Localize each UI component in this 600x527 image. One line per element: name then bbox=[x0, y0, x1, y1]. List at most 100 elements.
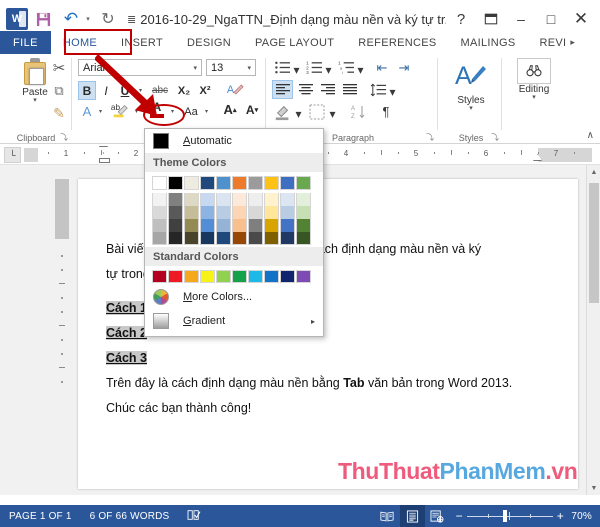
zoom-in-button[interactable]: + bbox=[557, 509, 564, 523]
more-colors-item[interactable]: More Colors... bbox=[145, 285, 323, 309]
cut-icon[interactable]: ✂ bbox=[48, 56, 70, 79]
vertical-scrollbar[interactable]: ▲ ▼ bbox=[586, 165, 600, 495]
help-button[interactable]: ? bbox=[446, 5, 476, 33]
automatic-color-item[interactable]: Automatic bbox=[145, 129, 323, 153]
standard-colors-grid[interactable] bbox=[145, 266, 323, 285]
view-web-layout-icon[interactable] bbox=[425, 505, 450, 527]
sort-icon[interactable]: A Z bbox=[348, 102, 370, 121]
zoom-percentage[interactable]: 70% bbox=[570, 511, 600, 522]
font-name-dropdown-icon[interactable]: ▾ bbox=[193, 64, 197, 72]
maximize-button[interactable]: □ bbox=[536, 5, 566, 33]
theme-shade[interactable] bbox=[168, 206, 183, 219]
standard-swatch-yellow[interactable] bbox=[200, 270, 215, 283]
styles-dropdown-icon[interactable]: ▾ bbox=[469, 105, 473, 112]
tab-scroll-right-icon[interactable]: ▸ bbox=[568, 31, 575, 54]
bold-button[interactable]: B bbox=[78, 81, 96, 100]
copy-icon[interactable]: ⧉ bbox=[48, 79, 70, 102]
theme-shade[interactable] bbox=[168, 232, 183, 245]
theme-swatch-blue[interactable] bbox=[216, 176, 231, 190]
left-indent-marker[interactable] bbox=[99, 158, 110, 163]
theme-shade[interactable] bbox=[264, 193, 279, 206]
scroll-down-icon[interactable]: ▼ bbox=[587, 481, 600, 495]
shading-dropdown-icon[interactable]: ▾ bbox=[294, 104, 303, 123]
theme-shade[interactable] bbox=[264, 219, 279, 232]
theme-shade[interactable] bbox=[184, 206, 199, 219]
theme-shade[interactable] bbox=[232, 219, 247, 232]
minimize-button[interactable]: – bbox=[506, 5, 536, 33]
change-case-dropdown-icon[interactable]: ▾ bbox=[202, 102, 211, 121]
align-left-icon[interactable] bbox=[272, 80, 293, 99]
theme-shade[interactable] bbox=[168, 219, 183, 232]
font-size-input[interactable]: 13 ▾ bbox=[206, 59, 256, 76]
text-effects-icon[interactable]: A bbox=[78, 102, 96, 121]
undo-icon[interactable]: ↶ bbox=[58, 6, 84, 32]
borders-dropdown-icon[interactable]: ▾ bbox=[328, 104, 337, 123]
standard-swatch-lightblue[interactable] bbox=[248, 270, 263, 283]
standard-swatch-darkblue[interactable] bbox=[280, 270, 295, 283]
editing-button[interactable]: Editing ▾ bbox=[512, 58, 556, 101]
theme-swatch-green[interactable] bbox=[296, 176, 311, 190]
theme-shade[interactable] bbox=[200, 232, 215, 245]
increase-indent-icon[interactable]: ⇥ bbox=[394, 58, 414, 77]
numbering-icon[interactable]: 1 2 3 bbox=[304, 58, 324, 77]
theme-shade[interactable] bbox=[296, 232, 311, 245]
paste-dropdown-icon[interactable]: ▾ bbox=[33, 97, 37, 104]
theme-shade[interactable] bbox=[280, 206, 295, 219]
theme-shade[interactable] bbox=[184, 232, 199, 245]
theme-shade[interactable] bbox=[264, 206, 279, 219]
tab-home[interactable]: HOME bbox=[50, 31, 110, 54]
theme-shade[interactable] bbox=[232, 193, 247, 206]
view-read-mode-icon[interactable] bbox=[375, 505, 400, 527]
theme-shade[interactable] bbox=[152, 219, 167, 232]
theme-swatch-gold[interactable] bbox=[264, 176, 279, 190]
theme-swatch-blue2[interactable] bbox=[280, 176, 295, 190]
scrollbar-thumb[interactable] bbox=[589, 183, 599, 303]
standard-swatch-green[interactable] bbox=[232, 270, 247, 283]
theme-shade[interactable] bbox=[168, 193, 183, 206]
clipboard-dialog-launcher[interactable]: ⤵ bbox=[60, 132, 68, 143]
theme-shade[interactable] bbox=[280, 219, 295, 232]
tab-file[interactable]: FILE bbox=[0, 31, 51, 54]
text-highlight-color-icon[interactable]: ab bbox=[108, 100, 132, 119]
save-icon[interactable] bbox=[30, 6, 56, 32]
theme-shade[interactable] bbox=[200, 219, 215, 232]
zoom-slider-thumb[interactable] bbox=[502, 510, 507, 522]
show-formatting-marks-icon[interactable]: ¶ bbox=[376, 102, 396, 121]
theme-shade[interactable] bbox=[264, 232, 279, 245]
theme-shade[interactable] bbox=[248, 193, 263, 206]
underline-dropdown-icon[interactable]: ▾ bbox=[136, 81, 145, 100]
word-count-indicator[interactable]: 6 OF 66 WORDS bbox=[81, 511, 179, 522]
font-color-dropdown-menu[interactable]: Automatic Theme Colors Standard Colors M… bbox=[144, 128, 324, 337]
tab-design[interactable]: DESIGN bbox=[175, 31, 243, 54]
theme-shade[interactable] bbox=[232, 206, 247, 219]
tab-insert[interactable]: INSERT bbox=[109, 31, 175, 54]
tab-page-layout[interactable]: PAGE LAYOUT bbox=[243, 31, 346, 54]
theme-shade[interactable] bbox=[216, 206, 231, 219]
theme-shade[interactable] bbox=[296, 193, 311, 206]
theme-shade[interactable] bbox=[280, 193, 295, 206]
theme-shade[interactable] bbox=[296, 206, 311, 219]
standard-swatch-purple[interactable] bbox=[296, 270, 311, 283]
theme-shade[interactable] bbox=[152, 193, 167, 206]
italic-button[interactable]: I bbox=[98, 81, 114, 100]
theme-shade[interactable] bbox=[216, 232, 231, 245]
zoom-out-button[interactable]: − bbox=[456, 509, 463, 523]
theme-shade[interactable] bbox=[248, 219, 263, 232]
theme-swatch-darkblue[interactable] bbox=[200, 176, 215, 190]
theme-shade[interactable] bbox=[152, 232, 167, 245]
collapse-ribbon-icon[interactable]: ∧ bbox=[587, 130, 594, 141]
page-indicator[interactable]: PAGE 1 OF 1 bbox=[0, 511, 81, 522]
shrink-font-button[interactable]: A ▾ bbox=[242, 100, 262, 119]
editing-dropdown-icon[interactable]: ▾ bbox=[532, 94, 536, 101]
zoom-control[interactable]: − + bbox=[450, 509, 570, 523]
align-right-icon[interactable] bbox=[317, 80, 338, 99]
decrease-indent-icon[interactable]: ⇤ bbox=[372, 58, 392, 77]
change-case-button[interactable]: Aa bbox=[180, 102, 202, 121]
tab-stop-selector[interactable]: └ bbox=[4, 147, 21, 163]
theme-shade[interactable] bbox=[152, 206, 167, 219]
theme-shade[interactable] bbox=[232, 232, 247, 245]
theme-shade[interactable] bbox=[200, 193, 215, 206]
theme-shade[interactable] bbox=[216, 219, 231, 232]
theme-swatch-orange[interactable] bbox=[232, 176, 247, 190]
multilevel-list-icon[interactable]: 1 a i bbox=[336, 58, 356, 77]
